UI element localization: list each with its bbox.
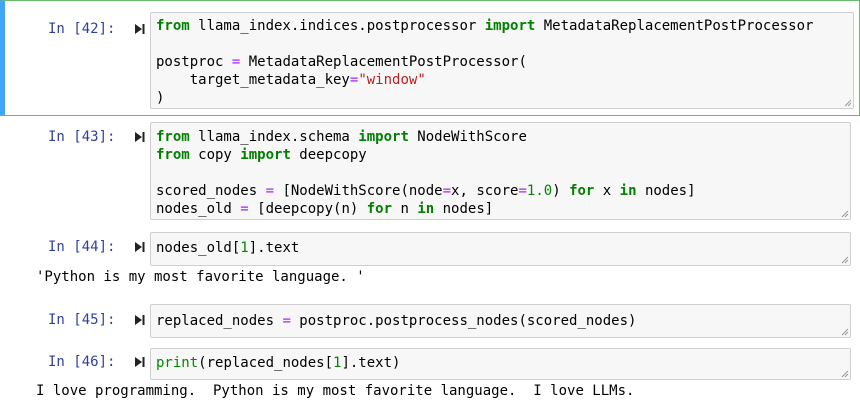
operator-token: = [282, 313, 291, 329]
operator-token: = [265, 183, 275, 199]
code-token: (replaced_nodes[ [198, 355, 334, 371]
code-token: target_metadata_key [156, 72, 350, 88]
code-token: x, score [451, 183, 519, 199]
keyword-token: import [358, 129, 409, 145]
operator-token: = [240, 201, 249, 217]
cell-prompt: In [46]: [48, 354, 116, 370]
literal-token: 1 [240, 240, 249, 256]
code-line: ) [156, 89, 164, 107]
code-token: llama_index.schema [189, 129, 359, 145]
code-editor[interactable]: from llama_index.schema import NodeWithS… [150, 122, 851, 220]
run-cell-icon[interactable] [134, 131, 146, 143]
literal-token: 1.0 [526, 183, 553, 199]
cell-output: 'Python is my most favorite language. ' [36, 269, 365, 285]
literal-token: print [156, 355, 199, 371]
cell-prompt: In [42]: [48, 21, 116, 37]
code-cell-43[interactable]: In [43]: from llama_index.schema import … [0, 118, 858, 224]
cell-prompt: In [45]: [48, 312, 116, 328]
code-token: copy [189, 147, 241, 163]
code-token: ) [552, 183, 570, 199]
code-line: nodes_old = [deepcopy(n) for n in nodes] [156, 200, 493, 218]
keyword-token: in [417, 201, 435, 217]
code-line: print(replaced_nodes[1].text) [156, 354, 400, 372]
code-token: ].text [248, 240, 300, 256]
keyword-token: import [240, 147, 291, 163]
operator-token: = [518, 183, 527, 199]
keyword-token: from [156, 129, 190, 145]
code-token: llama_index.indices.postprocessor [189, 18, 485, 34]
keyword-token: import [484, 18, 536, 34]
cell-output: I love programming. Python is my most fa… [36, 383, 635, 399]
code-line: from llama_index.schema import NodeWithS… [156, 128, 527, 146]
code-token: replaced_nodes [156, 313, 283, 329]
code-line: replaced_nodes = postproc.postprocess_no… [156, 312, 636, 330]
code-token: nodes] [434, 201, 494, 217]
code-token: ) [156, 90, 165, 106]
code-token: n [392, 201, 418, 217]
resize-handle-icon[interactable] [841, 210, 849, 218]
code-token: [deepcopy(n) [248, 201, 367, 217]
resize-handle-icon[interactable] [844, 99, 852, 107]
code-editor[interactable]: from llama_index.indices.postprocessor i… [150, 12, 854, 109]
code-token: ].text) [341, 355, 401, 371]
run-cell-icon[interactable] [134, 241, 146, 253]
code-line: scored_nodes = [NodeWithScore(node=x, sc… [156, 182, 696, 200]
run-cell-icon[interactable] [134, 23, 146, 35]
code-token: nodes] [636, 183, 696, 199]
keyword-token: for [569, 183, 595, 199]
code-cell-46[interactable]: In [46]: print(replaced_nodes[1].text) I… [0, 344, 858, 420]
run-cell-icon[interactable] [134, 314, 146, 326]
code-line: target_metadata_key="window" [156, 71, 426, 89]
code-editor[interactable]: print(replaced_nodes[1].text) [150, 348, 851, 380]
code-line: from llama_index.indices.postprocessor i… [156, 17, 813, 35]
code-token: postproc [156, 54, 232, 70]
code-token: nodes_old [156, 201, 241, 217]
code-token: deepcopy [290, 147, 367, 163]
code-token: [NodeWithScore(node [274, 183, 443, 199]
run-cell-icon[interactable] [134, 356, 146, 368]
resize-handle-icon[interactable] [841, 370, 849, 378]
code-line: from copy import deepcopy [156, 146, 367, 164]
keyword-token: from [156, 18, 190, 34]
code-token: MetadataReplacementPostProcessor [535, 18, 814, 34]
code-line: postproc = MetadataReplacementPostProces… [156, 53, 527, 71]
code-line: nodes_old[1].text [156, 239, 299, 257]
string-token: "window" [358, 72, 426, 88]
code-editor[interactable]: replaced_nodes = postproc.postprocess_no… [150, 304, 851, 338]
code-token: x [594, 183, 620, 199]
code-token: MetadataReplacementPostProcessor( [240, 54, 527, 70]
operator-token: = [442, 183, 452, 199]
code-token: nodes_old[ [156, 240, 241, 256]
cell-prompt: In [43]: [48, 129, 116, 145]
code-token: NodeWithScore [408, 129, 527, 145]
resize-handle-icon[interactable] [841, 328, 849, 336]
resize-handle-icon[interactable] [841, 256, 849, 264]
code-editor[interactable]: nodes_old[1].text [150, 232, 851, 266]
code-cell-45[interactable]: In [45]: replaced_nodes = postproc.postp… [0, 300, 858, 342]
code-token: scored_nodes [156, 183, 266, 199]
keyword-token: for [366, 201, 393, 217]
code-cell-44[interactable]: In [44]: nodes_old[1].text 'Python is my… [0, 228, 858, 298]
keyword-token: from [156, 147, 190, 163]
code-token: postproc.postprocess_nodes(scored_nodes) [290, 313, 637, 329]
cell-prompt: In [44]: [48, 239, 116, 255]
keyword-token: in [619, 183, 637, 199]
code-cell-42[interactable]: In [42]: from llama_index.indices.postpr… [0, 0, 860, 116]
